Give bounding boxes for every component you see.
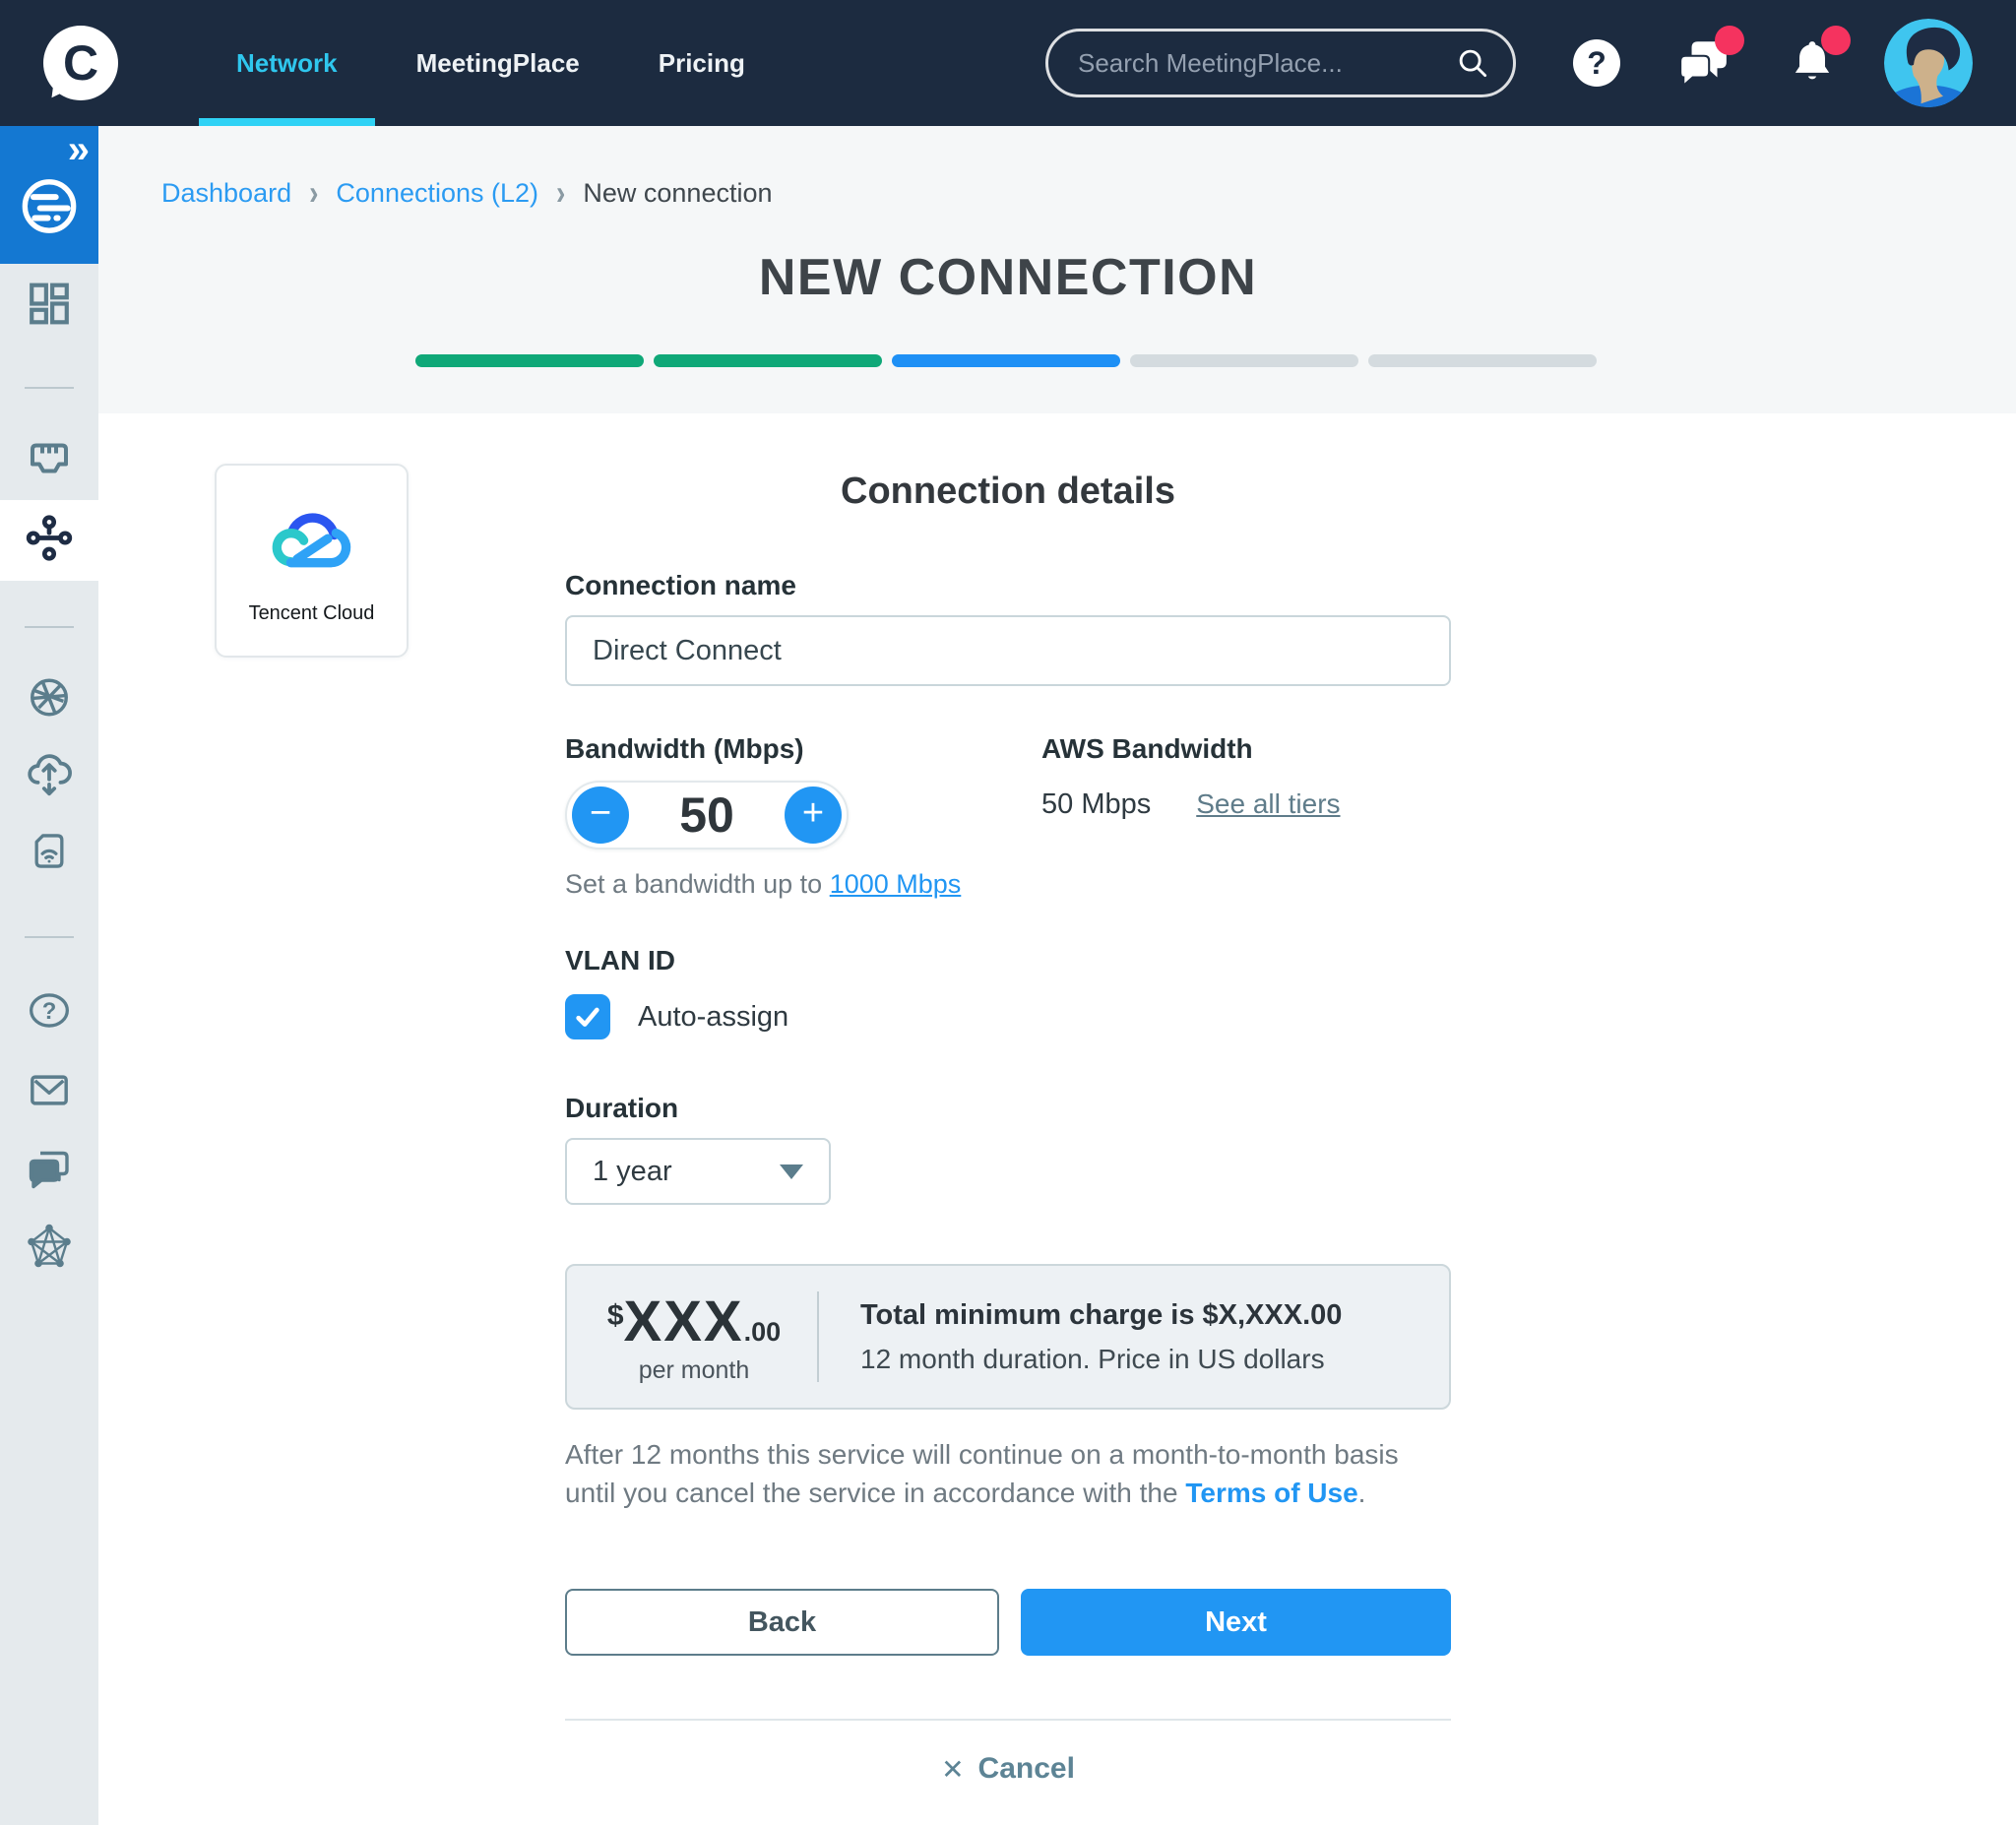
price-amount: XXX xyxy=(624,1290,744,1353)
bandwidth-label: Bandwidth (Mbps) xyxy=(565,733,1041,765)
monthly-price: $XXX.00 per month xyxy=(577,1289,811,1385)
form-heading: Connection details xyxy=(565,471,1451,513)
search-input[interactable] xyxy=(1078,48,1454,79)
sidebar-item-ports[interactable] xyxy=(26,437,73,489)
user-avatar[interactable] xyxy=(1884,19,1973,107)
messages-badge xyxy=(1715,26,1744,55)
breadcrumb-dashboard[interactable]: Dashboard xyxy=(161,178,291,209)
total-charge-line: Total minimum charge is $X,XXX.00 xyxy=(860,1299,1342,1332)
back-button[interactable]: Back xyxy=(565,1589,999,1656)
sidebar-item-mail[interactable] xyxy=(27,1070,72,1116)
logo-letter: C xyxy=(43,26,118,100)
footer-divider xyxy=(565,1719,1451,1721)
sidebar-item-partner-network[interactable] xyxy=(26,1224,73,1274)
see-all-tiers-link[interactable]: See all tiers xyxy=(1196,788,1340,820)
messages-button[interactable] xyxy=(1677,37,1731,89)
provider-name: Tencent Cloud xyxy=(249,602,375,625)
nav-item-pricing[interactable]: Pricing xyxy=(619,0,785,126)
aws-bandwidth-label: AWS Bandwidth xyxy=(1041,733,1341,765)
connection-name-input[interactable] xyxy=(565,615,1451,686)
wizard-progress-bar xyxy=(415,354,1597,367)
help-icon: ? xyxy=(1573,39,1620,87)
currency-symbol: $ xyxy=(607,1299,624,1332)
sidebar-item-iot-sim[interactable] xyxy=(28,830,71,878)
per-month-label: per month xyxy=(577,1356,811,1385)
app-window: C Network MeetingPlace Pricing ? xyxy=(0,0,2016,1825)
connection-name-label: Connection name xyxy=(565,570,1451,601)
planet-icon xyxy=(18,175,81,243)
nav-item-network[interactable]: Network xyxy=(197,0,377,126)
bandwidth-decrease-button[interactable]: − xyxy=(572,787,629,844)
breadcrumb: Dashboard › Connections (L2) › New conne… xyxy=(161,177,773,209)
page-title: NEW CONNECTION xyxy=(759,248,1257,307)
sidebar-item-help[interactable]: ? xyxy=(26,989,73,1038)
aws-bandwidth-value: 50 Mbps xyxy=(1041,788,1151,821)
progress-segment xyxy=(892,354,1120,367)
provider-card: Tencent Cloud xyxy=(215,464,409,658)
max-bandwidth-link[interactable]: 1000 Mbps xyxy=(830,869,962,899)
price-cents: .00 xyxy=(744,1317,782,1347)
connection-form: Connection details Connection name Bandw… xyxy=(565,471,1451,1786)
sidebar-item-dashboard[interactable] xyxy=(27,282,72,332)
terms-of-use-link[interactable]: Terms of Use xyxy=(1185,1478,1357,1508)
disclaimer-period: . xyxy=(1358,1478,1366,1508)
progress-segment xyxy=(415,354,644,367)
breadcrumb-connections[interactable]: Connections (L2) xyxy=(336,178,538,209)
total-charge-sub: 12 month duration. Price in US dollars xyxy=(860,1344,1342,1375)
cancel-button[interactable]: ✕ Cancel xyxy=(565,1752,1451,1786)
search-box[interactable] xyxy=(1045,29,1516,97)
price-summary: $XXX.00 per month Total minimum charge i… xyxy=(565,1264,1451,1410)
price-divider xyxy=(817,1291,819,1382)
bandwidth-helper-text: Set a bandwidth up to xyxy=(565,869,830,899)
renewal-disclaimer: After 12 months this service will contin… xyxy=(565,1435,1451,1512)
network-hub-icon xyxy=(25,514,74,568)
duration-value: 1 year xyxy=(593,1156,672,1188)
duration-select[interactable]: 1 year xyxy=(565,1138,831,1205)
sidebar-divider xyxy=(25,626,74,628)
check-icon xyxy=(574,1003,601,1031)
sidebar-item-internet[interactable] xyxy=(27,675,72,725)
bandwidth-stepper: − 50 + xyxy=(565,781,849,850)
progress-segment xyxy=(1130,354,1358,367)
sidebar-item-cloud-exchange[interactable] xyxy=(25,750,74,804)
duration-label: Duration xyxy=(565,1093,1451,1124)
tencent-cloud-logo-icon xyxy=(253,497,371,593)
sidebar-divider xyxy=(25,387,74,389)
search-icon xyxy=(1454,44,1491,82)
notifications-button[interactable] xyxy=(1788,37,1837,89)
total-charge: Total minimum charge is $X,XXX.00 12 mon… xyxy=(860,1299,1342,1375)
console-connect-logo[interactable]: C xyxy=(43,26,118,100)
breadcrumb-current: New connection xyxy=(583,178,772,209)
auto-assign-checkbox[interactable] xyxy=(565,994,610,1039)
svg-text:?: ? xyxy=(42,998,57,1025)
vlan-id-label: VLAN ID xyxy=(565,945,1451,976)
cancel-label: Cancel xyxy=(978,1752,1075,1786)
chevron-down-icon xyxy=(780,1164,803,1179)
next-button[interactable]: Next xyxy=(1021,1589,1451,1656)
close-icon: ✕ xyxy=(941,1753,964,1786)
bandwidth-increase-button[interactable]: + xyxy=(785,787,842,844)
sidebar-divider xyxy=(25,936,74,938)
bandwidth-helper: Set a bandwidth up to 1000 Mbps xyxy=(565,869,1041,900)
sidebar-item-connections-active[interactable] xyxy=(0,500,98,581)
help-button[interactable]: ? xyxy=(1573,39,1620,87)
sidebar-brand-tile[interactable]: » xyxy=(0,126,98,264)
sidebar-expand-chevrons[interactable]: » xyxy=(68,128,87,172)
auto-assign-label: Auto-assign xyxy=(638,1001,788,1034)
chevron-right-icon: › xyxy=(556,173,565,213)
progress-segment xyxy=(654,354,882,367)
chevron-right-icon: › xyxy=(309,173,318,213)
main-content: Dashboard › Connections (L2) › New conne… xyxy=(98,126,2016,1825)
icon-sidebar: » xyxy=(0,126,98,1825)
notifications-badge xyxy=(1821,26,1851,55)
progress-segment xyxy=(1368,354,1597,367)
top-navbar: C Network MeetingPlace Pricing ? xyxy=(0,0,2016,126)
sidebar-item-chat[interactable] xyxy=(26,1147,73,1197)
bandwidth-value: 50 xyxy=(679,787,734,844)
nav-item-meetingplace[interactable]: MeetingPlace xyxy=(377,0,619,126)
